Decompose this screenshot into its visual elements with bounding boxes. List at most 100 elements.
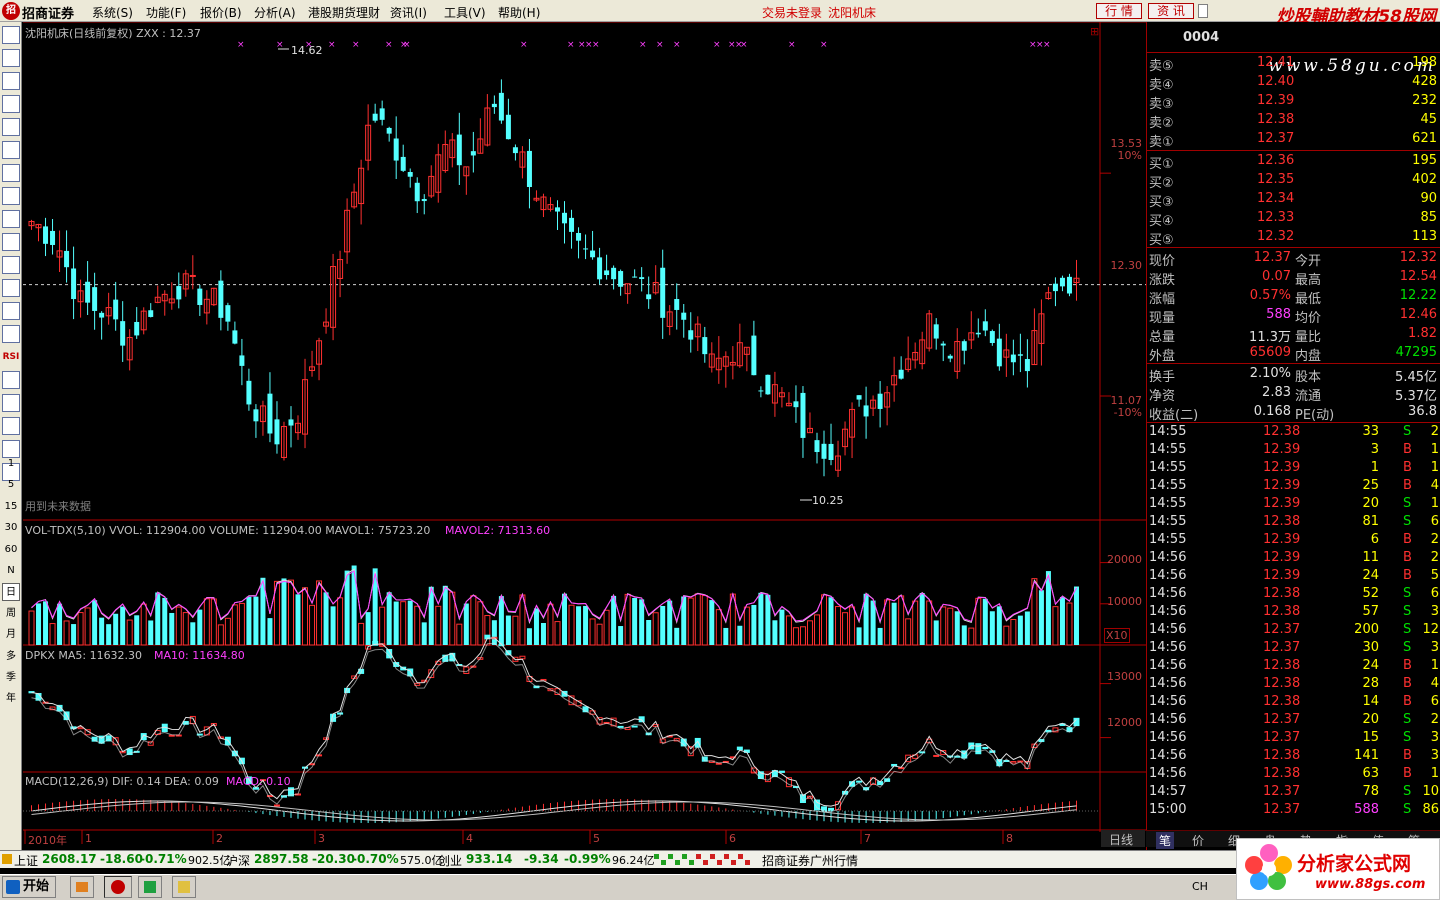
info-button[interactable]: 资 讯: [1148, 3, 1194, 19]
ask-label: 卖⑤: [1149, 59, 1174, 74]
dollar-icon[interactable]: [2, 371, 20, 389]
menu-system[interactable]: 系统(S): [92, 4, 133, 21]
menu-help[interactable]: 帮助(H): [498, 4, 540, 21]
candle-down: [590, 250, 596, 258]
quote-button[interactable]: 行 情: [1096, 3, 1142, 19]
vol-bar-down: [828, 597, 834, 645]
note-icon[interactable]: [2, 187, 20, 205]
bar-chart-icon[interactable]: [2, 95, 20, 113]
period-4[interactable]: 60: [2, 541, 20, 559]
stat-row: 涨幅 0.57% 最低 12.22: [1147, 287, 1440, 307]
breadth-cell: [717, 860, 722, 865]
period-7[interactable]: 周: [2, 605, 20, 623]
menu-tools[interactable]: 工具(V): [444, 4, 486, 21]
period-6[interactable]: 日: [2, 583, 20, 602]
grid-icon[interactable]: [2, 26, 20, 44]
line-chart-icon[interactable]: [2, 72, 20, 90]
tick-time: 15:00: [1149, 802, 1187, 817]
menu-analysis[interactable]: 分析(A): [254, 4, 296, 21]
start-button[interactable]: 开始: [2, 876, 56, 898]
arrow-icon[interactable]: [2, 417, 20, 435]
f10-icon[interactable]: [2, 164, 20, 182]
zoom-icon[interactable]: [2, 302, 20, 320]
menu-hk-futures[interactable]: 港股期货理财: [308, 4, 380, 21]
tick-time: 14:56: [1149, 550, 1187, 565]
period-5[interactable]: N: [2, 562, 20, 580]
candle-down: [583, 248, 589, 250]
candle-down: [267, 393, 273, 434]
vol-bar-down: [632, 597, 638, 645]
tick-count: 1: [1430, 460, 1439, 475]
candle-down: [961, 341, 967, 351]
taskbar-app-icon[interactable]: [104, 876, 132, 898]
tick-time: 14:56: [1149, 640, 1187, 655]
tick-row: 14:55 12.39 6 B 2: [1147, 532, 1440, 550]
kline-icon[interactable]: [2, 118, 20, 136]
period-9[interactable]: 多: [2, 648, 20, 666]
tick-vol: 11: [1362, 550, 1379, 565]
tick-row: 14:55 12.38 81 S 6: [1147, 514, 1440, 532]
tick-vol: 15: [1362, 730, 1379, 745]
tick-time: 14:55: [1149, 514, 1187, 529]
tick-vol: 14: [1362, 694, 1379, 709]
x-label: 3: [318, 832, 325, 845]
fin-value: 5.37亿: [1395, 389, 1437, 404]
period-0[interactable]: 1: [2, 455, 20, 473]
index-change: -20.30: [312, 852, 355, 866]
vol-bar-down: [99, 617, 105, 645]
vol-bar-up: [512, 615, 519, 646]
list-icon[interactable]: [2, 49, 20, 67]
bid-row: 买④ 12.33 85: [1147, 209, 1440, 229]
period-8[interactable]: 月: [2, 626, 20, 644]
dpkx-title: DPKX MA5: 11632.30: [25, 649, 143, 662]
menu-function[interactable]: 功能(F): [146, 4, 186, 21]
taskbar-n-icon[interactable]: [172, 876, 196, 898]
fm-icon[interactable]: [2, 279, 20, 297]
window-icon[interactable]: [2, 210, 20, 228]
pen-icon[interactable]: [2, 233, 20, 251]
ruler-icon[interactable]: [2, 325, 20, 343]
ask-label: 卖④: [1149, 78, 1174, 93]
vol-bar-down: [43, 601, 49, 645]
tick-price: 12.37: [1263, 784, 1301, 799]
period-2[interactable]: 15: [2, 498, 20, 516]
chart-corner-icon[interactable]: ⊞: [1090, 25, 1099, 38]
menu-quote[interactable]: 报价(B): [200, 4, 242, 21]
candle-down: [92, 287, 98, 311]
move-icon[interactable]: [2, 394, 20, 412]
table-icon[interactable]: [2, 141, 20, 159]
macd-value: MACD: 0.10: [226, 775, 291, 788]
tick-price: 12.39: [1263, 460, 1301, 475]
stat-label: 内盘: [1295, 349, 1322, 364]
menu-info[interactable]: 资讯(I): [390, 4, 427, 21]
quote-tab-1[interactable]: 价: [1192, 832, 1204, 849]
vol-bar-up: [940, 606, 947, 646]
fin-label: 股本: [1295, 370, 1322, 385]
tick-time: 14:56: [1149, 568, 1187, 583]
signal-marker: ×: [567, 40, 575, 50]
restore-icon[interactable]: [1198, 4, 1208, 18]
period-10[interactable]: 季: [2, 669, 20, 687]
tab-daily[interactable]: 日线: [1109, 831, 1133, 848]
tray-lang[interactable]: CH: [1192, 880, 1208, 893]
signal-marker: ×: [656, 40, 664, 50]
period-3[interactable]: 30: [2, 519, 20, 537]
candle-down: [898, 369, 904, 379]
vol-bar-down: [57, 603, 63, 645]
vol-bar-down: [779, 609, 785, 645]
vol-bar-down: [442, 585, 448, 645]
chart-area[interactable]: × × × × × × × × × × × × × × × × × × × × × × × × × 沈阳机床(日线前复权) ZX…: [23, 22, 1146, 850]
bid-vol: 402: [1412, 172, 1437, 187]
signal-marker: ×: [328, 40, 336, 50]
index-pct: -0.99%: [564, 852, 611, 866]
period-1[interactable]: 5: [2, 476, 20, 494]
taskbar-media-icon[interactable]: [70, 876, 94, 898]
period-11[interactable]: 年: [2, 690, 20, 708]
vol-bar-up: [652, 612, 659, 646]
signal-marker: ×: [740, 40, 748, 50]
vol-bar-up: [568, 604, 575, 646]
rsi-icon[interactable]: RSI: [2, 348, 20, 366]
taskbar-g-icon[interactable]: [138, 876, 162, 898]
quote-tab-0[interactable]: 笔: [1156, 832, 1175, 849]
fz-icon[interactable]: [2, 256, 20, 274]
